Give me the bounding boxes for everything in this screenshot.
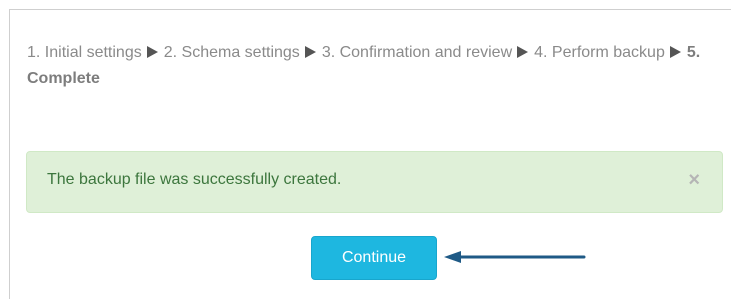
breadcrumb-step-perform-backup: 4. Perform backup: [534, 44, 665, 61]
breadcrumb: 1. Initial settings 2. Schema settings 3. …: [27, 40, 717, 92]
breadcrumb-separator-icon: [517, 46, 529, 58]
breadcrumb-separator-icon: [146, 46, 158, 58]
annotation-arrow-icon: [444, 251, 586, 263]
success-alert: The backup file was successfully created…: [26, 151, 723, 213]
breadcrumb-separator-icon: [669, 46, 681, 58]
breadcrumb-separator-icon: [304, 46, 316, 58]
continue-button[interactable]: Continue: [311, 236, 437, 280]
close-icon[interactable]: ×: [688, 169, 700, 192]
success-alert-message: The backup file was successfully created…: [47, 171, 342, 188]
breadcrumb-step-confirmation-review: 3. Confirmation and review: [321, 44, 513, 61]
breadcrumb-step-initial-settings: 1. Initial settings: [27, 44, 142, 61]
breadcrumb-step-schema-settings: 2. Schema settings: [163, 44, 300, 61]
